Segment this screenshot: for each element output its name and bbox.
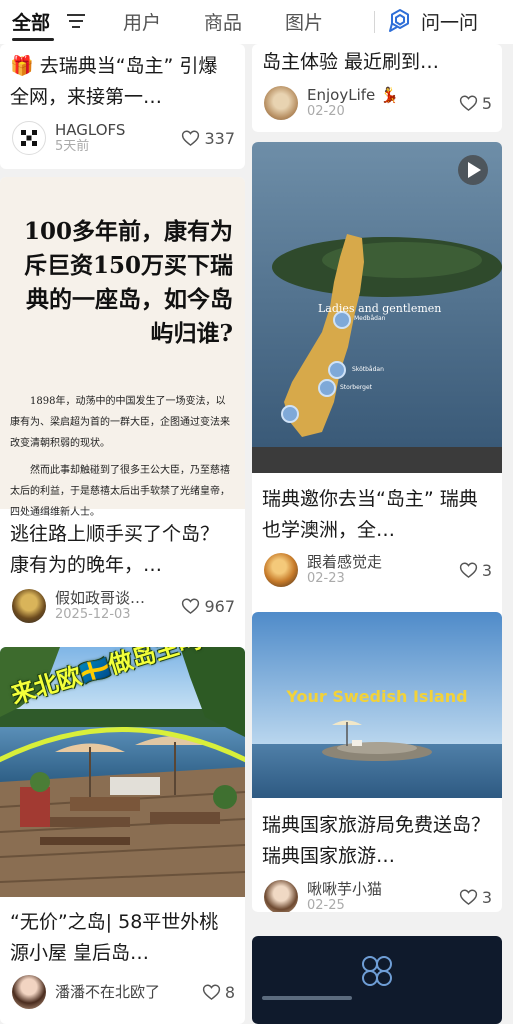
tab-images[interactable]: 图片 (285, 8, 323, 35)
image-caption: Your Swedish Island (286, 687, 468, 706)
tab-users[interactable]: 用户 (123, 8, 161, 35)
note-cover-poster: 100多年前，康有为斥巨资150万买下瑞典的一座岛，如今岛屿归谁? 1898年，… (0, 177, 245, 518)
note-cover-image: 来北欧🇸🇪做岛主吗？ (0, 647, 245, 897)
like-button[interactable]: 967 (181, 597, 235, 616)
like-button[interactable]: 3 (459, 561, 492, 580)
note-meta: EnjoyLife 💃 02-20 5 (264, 85, 492, 121)
note-meta: 啾啾芋小猫 02-25 3 (264, 879, 492, 912)
like-count: 3 (481, 560, 492, 580)
post-date: 02-20 (307, 104, 345, 119)
note-card[interactable]: 🎁 去瑞典当“岛主” 引爆全网，来接第一… HAGLOFS 5天前 337 (0, 44, 245, 169)
like-button[interactable]: 337 (181, 129, 235, 148)
avatar[interactable] (12, 589, 46, 623)
ask-button-label[interactable]: 问一问 (421, 8, 478, 35)
note-cover-image: Your Swedish Island (252, 612, 502, 798)
post-date: 2025-12-03 (55, 607, 131, 622)
note-card[interactable]: 来北欧🇸🇪做岛主吗？ “无价”之岛| 58平世外桃源小屋 皇后岛… 潘潘不在北欧… (0, 647, 245, 1024)
heart-icon (202, 984, 220, 1001)
dark-logo-cover (262, 956, 392, 1000)
tab-all[interactable]: 全部 (12, 8, 50, 35)
heart-icon (182, 598, 200, 615)
heart-icon (459, 889, 477, 906)
like-button[interactable]: 3 (459, 888, 492, 907)
note-card[interactable]: Ladies and gentlemen Medbådan Skötbådan … (252, 142, 502, 644)
map-label: Storberget (340, 384, 373, 391)
heart-icon (459, 562, 477, 579)
note-card[interactable]: 岛主体验 最近刷到… EnjoyLife 💃 02-20 5 (252, 44, 502, 132)
poster-paragraph: 然而此事却触碰到了很多王公大臣，乃至慈禧太后的利益，于是慈禧太后出手软禁了光绪皇… (10, 465, 230, 518)
video-cover[interactable]: Ladies and gentlemen Medbådan Skötbådan … (252, 142, 502, 473)
avatar[interactable] (264, 553, 298, 587)
ask-ai-icon[interactable] (387, 8, 413, 34)
poster-headline: 100多年前，康有为斥巨资150万买下瑞典的一座岛，如今岛屿归谁? (23, 218, 233, 347)
poster-paragraph: 1898年，动荡中的中国发生了一场变法，以康有为、梁启超为首的一群大臣，企图通过… (10, 396, 230, 449)
author-name[interactable]: 跟着感觉走 (307, 553, 459, 571)
like-count: 3 (481, 887, 492, 907)
post-date: 02-25 (307, 898, 345, 912)
map-label: Medbådan (354, 315, 386, 322)
note-title: 瑞典国家旅游局免费送岛？ 瑞典国家旅游… (262, 814, 491, 867)
heart-icon (459, 95, 477, 112)
avatar[interactable] (12, 975, 46, 1009)
avatar[interactable] (264, 86, 298, 120)
active-tab-indicator (12, 38, 54, 41)
filter-icon[interactable] (66, 13, 86, 29)
tab-divider (374, 11, 375, 33)
map-label: Skötbådan (352, 366, 384, 373)
note-title: 🎁 去瑞典当“岛主” 引爆全网，来接第一… (10, 55, 218, 108)
note-card[interactable] (252, 936, 502, 1024)
note-title: “无价”之岛| 58平世外桃源小屋 皇后岛… (10, 911, 219, 964)
avatar-haglofs[interactable] (12, 121, 46, 155)
post-date: 5天前 (55, 139, 90, 154)
heart-icon (182, 130, 200, 147)
avatar[interactable] (264, 880, 298, 912)
note-meta: 假如政哥谈… 2025-12-03 967 (12, 588, 235, 624)
like-button[interactable]: 5 (459, 94, 492, 113)
note-meta: HAGLOFS 5天前 337 (12, 120, 235, 156)
like-button[interactable]: 8 (202, 983, 235, 1002)
author-name[interactable]: 假如政哥谈… (55, 589, 181, 607)
like-count: 967 (204, 596, 235, 616)
note-title: 瑞典邀你去当“岛主” 瑞典也学澳洲，全… (262, 488, 478, 541)
author-name[interactable]: HAGLOFS (55, 121, 181, 139)
like-count: 5 (481, 93, 492, 113)
tab-products[interactable]: 商品 (204, 8, 242, 35)
post-date: 02-23 (307, 571, 345, 586)
video-caption: Ladies and gentlemen (318, 302, 442, 315)
author-name[interactable]: 啾啾芋小猫 (307, 880, 459, 898)
like-count: 8 (224, 982, 235, 1002)
note-meta: 潘潘不在北欧了 8 (12, 974, 235, 1010)
note-card[interactable]: 100多年前，康有为斥巨资150万买下瑞典的一座岛，如今岛屿归谁? 1898年，… (0, 177, 245, 674)
filter-bar: 全部 用户 商品 图片 问一问 (0, 0, 513, 44)
haglofs-logo-icon (21, 130, 37, 146)
note-meta: 跟着感觉走 02-23 3 (264, 552, 492, 588)
poster-body: 1898年，动荡中的中国发生了一场变法，以康有为、梁启超为首的一群大臣，企图通过… (10, 391, 235, 523)
note-card[interactable]: Your Swedish Island 瑞典国家旅游局免费送岛？ 瑞典国家旅游…… (252, 612, 502, 912)
note-title: 逃往路上顺手买了个岛？康有为的晚年，… (10, 523, 220, 576)
author-name[interactable]: 潘潘不在北欧了 (55, 983, 202, 1001)
author-name[interactable]: EnjoyLife 💃 (307, 86, 459, 104)
like-count: 337 (204, 128, 235, 148)
note-title: 岛主体验 最近刷到… (262, 51, 440, 73)
